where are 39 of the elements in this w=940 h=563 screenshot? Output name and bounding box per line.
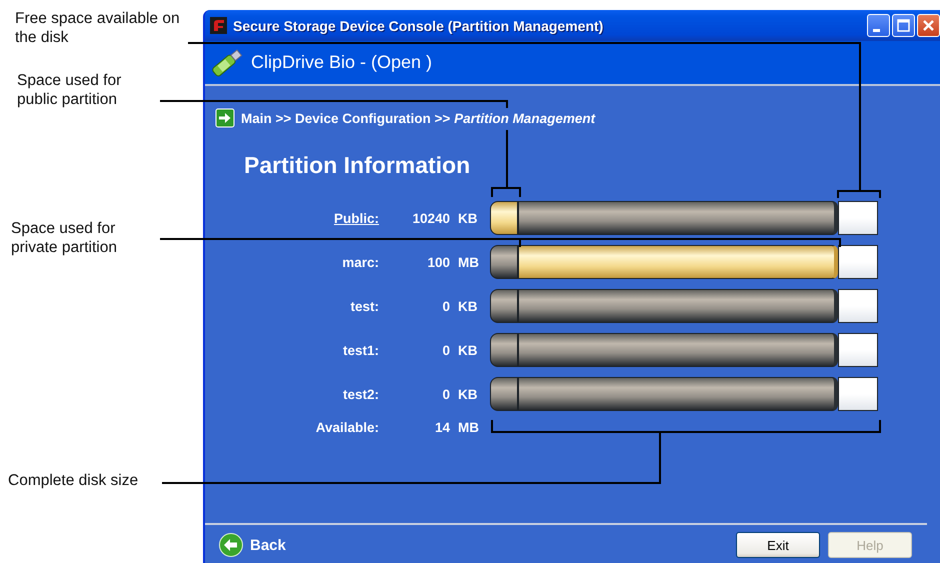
size-unit: MB bbox=[457, 420, 480, 434]
partition-name: test: bbox=[350, 298, 379, 314]
close-button[interactable] bbox=[917, 14, 940, 37]
dialog-button[interactable]: Exit bbox=[736, 532, 820, 558]
size-unit: KB bbox=[457, 298, 478, 314]
free-space-segment bbox=[838, 201, 878, 235]
free-space-segment bbox=[838, 245, 878, 279]
partition-size: 100 bbox=[427, 254, 450, 270]
partition-link[interactable]: Public: bbox=[334, 210, 379, 226]
maximize-button[interactable] bbox=[892, 14, 915, 37]
window-title: Secure Storage Device Console (Partition Management) bbox=[233, 18, 604, 34]
free-space-segment bbox=[838, 289, 878, 323]
device-name: ClipDrive Bio - (Open ) bbox=[251, 52, 432, 73]
free-space-segment bbox=[838, 333, 878, 367]
available-size: 14 bbox=[434, 420, 450, 434]
size-unit: MB bbox=[457, 254, 480, 270]
arrow-right-icon bbox=[215, 108, 235, 128]
size-unit: KB bbox=[457, 386, 478, 402]
partition-name: test2: bbox=[342, 386, 379, 402]
available-label: Available: bbox=[316, 420, 379, 434]
partition-size: 0 bbox=[442, 342, 450, 358]
callout-text: Space used for private partition bbox=[11, 219, 118, 257]
size-unit: KB bbox=[457, 210, 478, 226]
size-unit: KB bbox=[457, 342, 478, 358]
minimize-icon bbox=[872, 29, 880, 32]
section-heading: Partition Information bbox=[244, 152, 472, 179]
app-icon bbox=[210, 17, 227, 34]
callout-text: Space used for public partition bbox=[17, 71, 122, 109]
callout-text: Complete disk size bbox=[8, 471, 140, 490]
partition-size: 0 bbox=[442, 298, 450, 314]
breadcrumb: Main >> Device Configuration >> Partition Management bbox=[241, 110, 596, 126]
partition-name: test1: bbox=[342, 342, 379, 358]
back-button[interactable]: Back bbox=[219, 533, 286, 557]
callout-text: Free space available on the disk bbox=[15, 9, 181, 47]
free-space-segment bbox=[838, 377, 878, 411]
minimize-button[interactable] bbox=[867, 14, 890, 37]
partition-size: 10240 bbox=[412, 210, 450, 226]
partition-name: marc: bbox=[342, 254, 379, 270]
partition-size: 0 bbox=[442, 386, 450, 402]
